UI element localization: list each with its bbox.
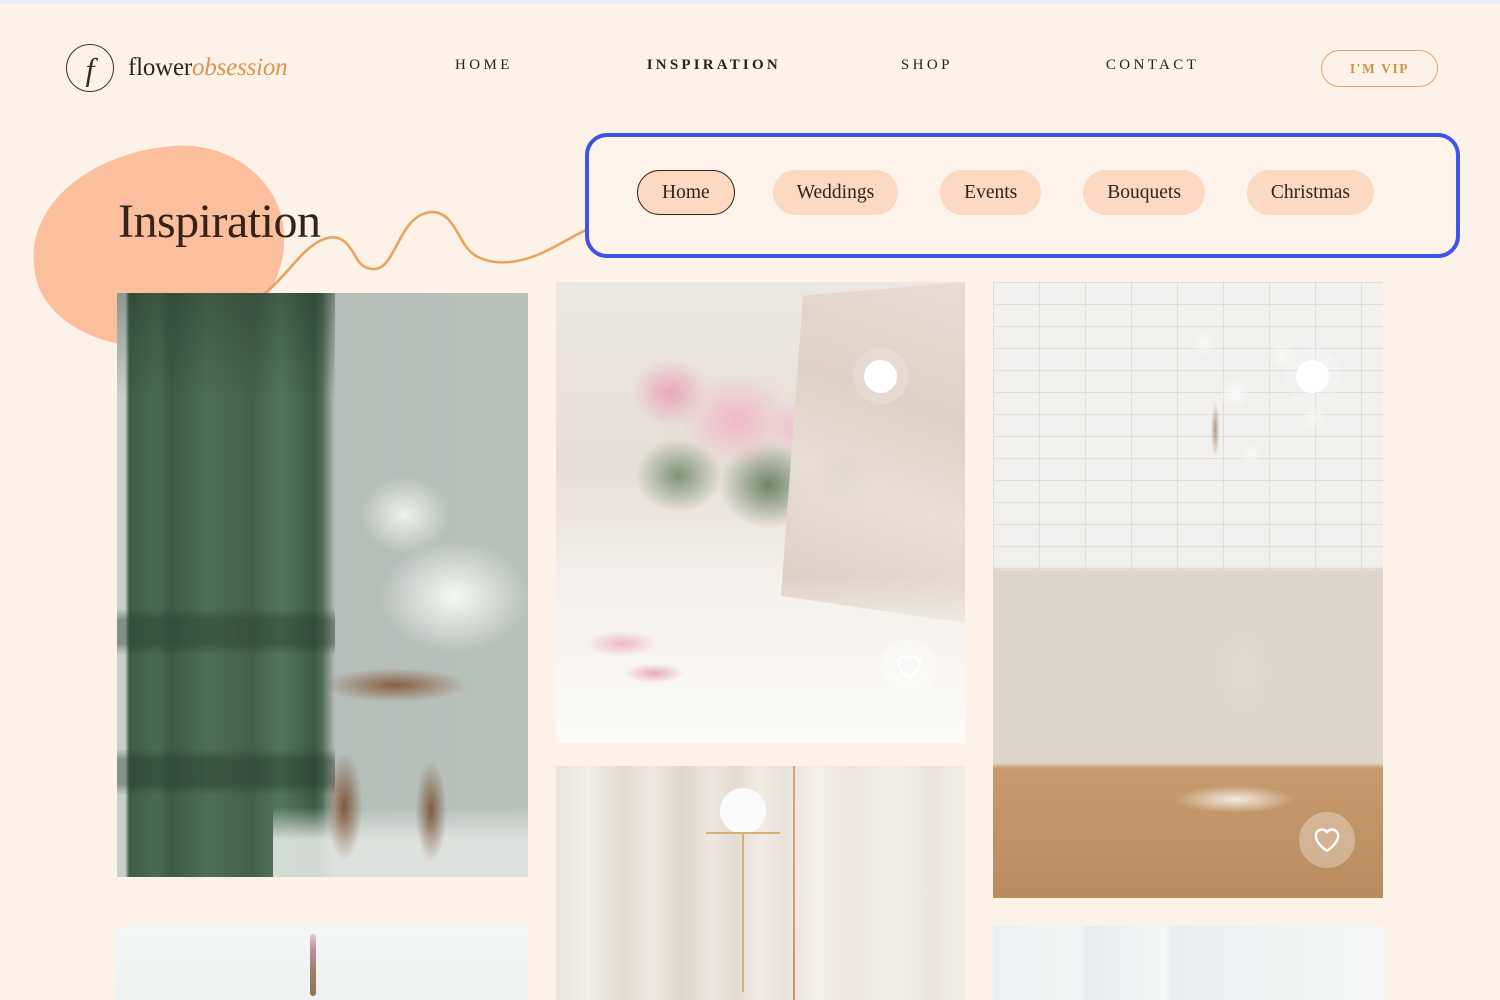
main-nav: HOME INSPIRATION SHOP CONTACT — [455, 57, 1199, 74]
nav-item-contact[interactable]: CONTACT — [1106, 57, 1199, 74]
brand-logo[interactable]: f flowerobsession — [66, 44, 288, 92]
lamp-globe-decoration — [720, 788, 766, 834]
lamp-base-decoration — [706, 832, 780, 834]
nav-item-inspiration[interactable]: INSPIRATION — [647, 57, 781, 74]
favorite-button[interactable] — [881, 639, 937, 695]
filter-chip-weddings[interactable]: Weddings — [772, 170, 899, 215]
lamp-stem-decoration — [742, 832, 744, 992]
gallery-photo — [993, 926, 1383, 1000]
gallery-card[interactable] — [117, 293, 528, 877]
filter-chip-bouquets[interactable]: Bouquets — [1083, 170, 1205, 215]
filter-chip-home[interactable]: Home — [637, 170, 735, 215]
page-title: Inspiration — [118, 195, 321, 248]
brand-name-accent: obsession — [192, 54, 288, 81]
site-header: f flowerobsession HOME INSPIRATION SHOP … — [0, 0, 1500, 136]
filter-chip-events[interactable]: Events — [940, 170, 1042, 215]
nav-item-shop[interactable]: SHOP — [901, 57, 953, 74]
gallery-card[interactable] — [556, 282, 965, 743]
favorite-button[interactable] — [1299, 812, 1355, 868]
gallery-card[interactable] — [117, 926, 528, 1000]
gallery-photo — [117, 293, 528, 877]
filter-chip-christmas[interactable]: Christmas — [1246, 170, 1375, 215]
page-root: f flowerobsession HOME INSPIRATION SHOP … — [0, 0, 1500, 1000]
gallery-card[interactable] — [556, 766, 965, 1000]
brand-wordmark: flowerobsession — [128, 54, 288, 82]
monogram-icon: f — [66, 44, 114, 92]
heart-icon — [1314, 828, 1340, 852]
vip-button[interactable]: I'M VIP — [1321, 50, 1438, 87]
gallery-photo — [117, 926, 528, 1000]
monogram-letter: f — [85, 51, 95, 87]
category-filter-bar: Home Weddings Events Bouquets Christmas — [585, 133, 1460, 258]
gallery-card[interactable] — [993, 926, 1383, 1000]
brand-name-primary: flower — [128, 54, 193, 81]
heart-icon — [896, 655, 922, 679]
cursor-dot — [1296, 360, 1329, 393]
nav-item-home[interactable]: HOME — [455, 57, 513, 74]
category-chip-row: Home Weddings Events Bouquets Christmas — [637, 170, 1375, 215]
inspiration-gallery — [0, 282, 1500, 1000]
cursor-dot — [864, 360, 897, 393]
gallery-card[interactable] — [993, 282, 1383, 898]
